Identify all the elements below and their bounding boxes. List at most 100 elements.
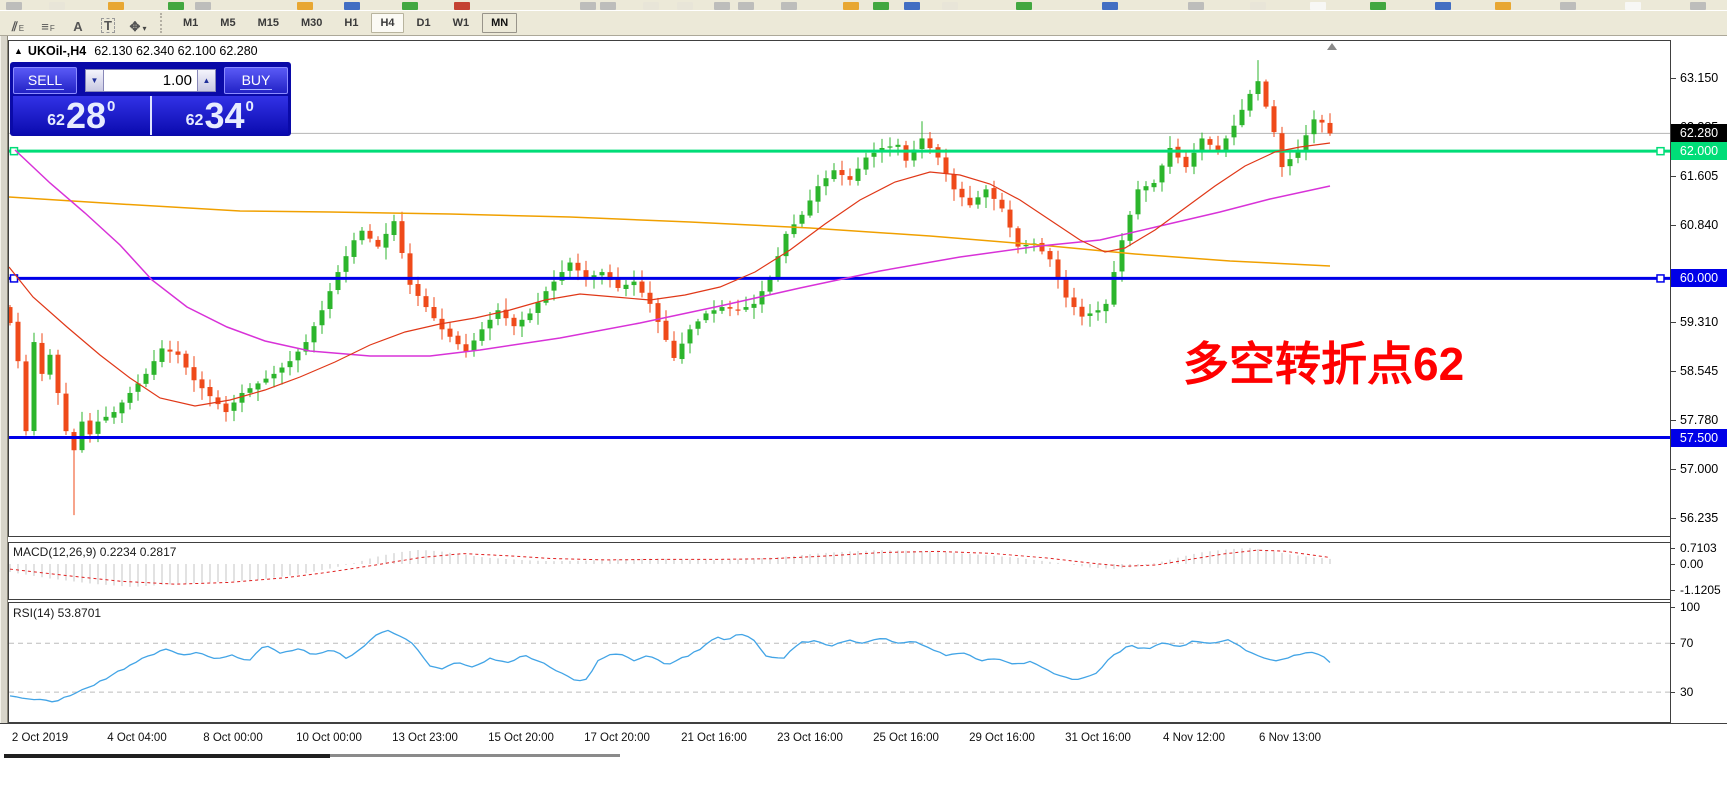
- time-label: 4 Nov 12:00: [1162, 732, 1225, 744]
- time-label: 2 Oct 2019: [11, 732, 69, 744]
- price-tick: [1671, 176, 1676, 178]
- price-axis[interactable]: 63.15062.38562.00061.60560.84060.07559.3…: [1671, 40, 1727, 789]
- toolbar-icon-clipped: [643, 2, 659, 10]
- toolbar-icon-clipped: [1188, 2, 1204, 10]
- medium-ma: [14, 149, 1331, 357]
- volume-increase-button[interactable]: ▲: [197, 68, 216, 92]
- symbol-label: UKOil-,H4: [27, 44, 87, 58]
- toolbar-icon-clipped: [843, 2, 859, 10]
- time-label: 29 Oct 16:00: [969, 732, 1035, 744]
- volume-input[interactable]: [104, 68, 197, 92]
- time-label: 4 Oct 04:00: [107, 732, 167, 744]
- chart-header: ▲ UKOil-,H4 62.130 62.340 62.100 62.280: [14, 44, 258, 58]
- price-tick-label: 61.605: [1680, 169, 1719, 184]
- text-icon[interactable]: A: [66, 13, 90, 33]
- timeframe-m30[interactable]: M30: [292, 13, 331, 33]
- sell-price[interactable]: 62 28 0: [13, 96, 152, 135]
- price-tick-label: 57.000: [1680, 462, 1719, 477]
- price-tick: [1671, 371, 1676, 373]
- toolbar-icon-clipped: [108, 2, 124, 10]
- timeframe-m1[interactable]: M1: [174, 13, 207, 33]
- toolbar-icon-clipped: [942, 2, 958, 10]
- timeframe-h4[interactable]: H4: [371, 13, 404, 33]
- time-label: 31 Oct 16:00: [1065, 732, 1131, 744]
- toolbar-icon-clipped: [195, 2, 211, 10]
- volume-decrease-button[interactable]: ▼: [85, 68, 104, 92]
- scrollbar-thumb[interactable]: [4, 754, 330, 758]
- toolbar-icon-clipped: [402, 2, 418, 10]
- toolbar-icon-clipped: [1625, 2, 1641, 10]
- toolbar-icon-clipped: [344, 2, 360, 10]
- arrows-icon[interactable]: ✥ ▾: [126, 13, 150, 33]
- macd-tick-label: -1.1205: [1680, 582, 1721, 597]
- toolbar-icon-clipped: [6, 2, 22, 10]
- price-tick-label: 57.780: [1680, 412, 1719, 427]
- rsi-indicator-label: RSI(14) 53.8701: [13, 606, 102, 620]
- toolbar-icon-clipped: [168, 2, 184, 10]
- price-tick-label: 59.310: [1680, 315, 1719, 330]
- toolbar-icon-clipped: [873, 2, 889, 10]
- rsi-tick: [1671, 606, 1675, 608]
- macd-indicator-label: MACD(12,26,9) 0.2234 0.2817: [13, 545, 177, 559]
- toolbar-icon-clipped: [1560, 2, 1576, 10]
- timeframe-m5[interactable]: M5: [211, 13, 244, 33]
- macd-tick-label: 0.00: [1680, 557, 1704, 571]
- toolbar-icon-clipped: [1495, 2, 1511, 10]
- fast-ma: [9, 142, 1331, 407]
- current-price-badge: 62.280: [1671, 124, 1727, 143]
- label-icon[interactable]: T: [96, 13, 120, 33]
- toolbar-icon-clipped: [714, 2, 730, 10]
- price-tick-label: 58.545: [1680, 364, 1719, 379]
- timeframe-d1[interactable]: D1: [408, 13, 440, 33]
- macd-chart: [9, 547, 1331, 587]
- time-label: 23 Oct 16:00: [777, 732, 843, 744]
- panel-collapse-icon[interactable]: ▲: [14, 46, 23, 56]
- time-label: 8 Oct 00:00: [203, 732, 263, 744]
- toolbar-icon-clipped: [1250, 2, 1266, 10]
- timeframe-h1[interactable]: H1: [335, 13, 367, 33]
- toolbar: ⫽ E ≡ F A T ✥ ▾ M1 M5 M15 M30 H1 H4 D1 W1 MN: [0, 10, 1727, 36]
- drawing-tools-group: ⫽ E ≡ F A T ✥ ▾: [0, 13, 150, 33]
- fibonacci-icon[interactable]: ≡ F: [36, 13, 60, 33]
- level-line-60.000[interactable]: [9, 274, 1670, 283]
- level-line-62.000[interactable]: [9, 146, 1670, 156]
- toolbar-icon-clipped: [454, 2, 470, 10]
- toolbar-icon-clipped: [49, 2, 65, 10]
- time-label: 13 Oct 23:00: [392, 732, 458, 744]
- price-tick-label: 63.150: [1680, 71, 1719, 85]
- time-axis[interactable]: 2 Oct 2019 4 Oct 04:00 8 Oct 00:00 10 Oct 0…: [0, 723, 1727, 753]
- macd-histogram: [9, 547, 1331, 587]
- timeframe-m15[interactable]: M15: [249, 13, 288, 33]
- time-label: 21 Oct 16:00: [681, 732, 747, 744]
- price-tick-label: 60.840: [1680, 217, 1719, 232]
- time-label: 10 Oct 00:00: [296, 732, 362, 744]
- rsi-tick-label: 30: [1680, 685, 1694, 700]
- macd-tick-label: 0.7103: [1680, 540, 1717, 555]
- timeframe-w1[interactable]: W1: [444, 13, 479, 33]
- toolbar-icon-clipped: [1435, 2, 1451, 10]
- macd-tick: [1671, 547, 1675, 549]
- equidistant-channel-icon[interactable]: ⫽ E: [6, 13, 30, 33]
- chart-annotation[interactable]: 多空转折点62: [1183, 338, 1464, 390]
- price-tick: [1671, 419, 1676, 421]
- buy-price[interactable]: 62 34 0: [151, 96, 288, 135]
- ohlc-values: 62.130 62.340 62.100 62.280: [94, 44, 258, 58]
- macd-tick: [1671, 564, 1675, 565]
- buy-button[interactable]: BUY: [224, 66, 288, 94]
- timeframe-group: M1 M5 M15 M30 H1 H4 D1 W1 MN: [172, 13, 519, 33]
- horizontal-scrollbar[interactable]: [0, 753, 1727, 759]
- rsi-tick-label: 100: [1680, 599, 1701, 614]
- toolbar-icon-clipped: [677, 2, 693, 10]
- chart-shift-marker-icon[interactable]: [1327, 43, 1337, 50]
- one-click-trade-panel: SELL ▼ ▲ BUY 62 28 0 62 34 0: [10, 62, 291, 136]
- time-label: 25 Oct 16:00: [873, 732, 939, 744]
- time-label: 6 Nov 13:00: [1258, 732, 1321, 744]
- toolbar-icon-clipped: [781, 2, 797, 10]
- timeframe-mn[interactable]: MN: [482, 13, 518, 33]
- toolbar-icon-clipped: [1310, 2, 1326, 10]
- toolbar-icon-clipped: [1370, 2, 1386, 10]
- sell-button[interactable]: SELL: [13, 66, 77, 94]
- price-tick: [1671, 518, 1676, 519]
- toolbar-icon-clipped: [1016, 2, 1032, 10]
- price-tick: [1671, 469, 1676, 471]
